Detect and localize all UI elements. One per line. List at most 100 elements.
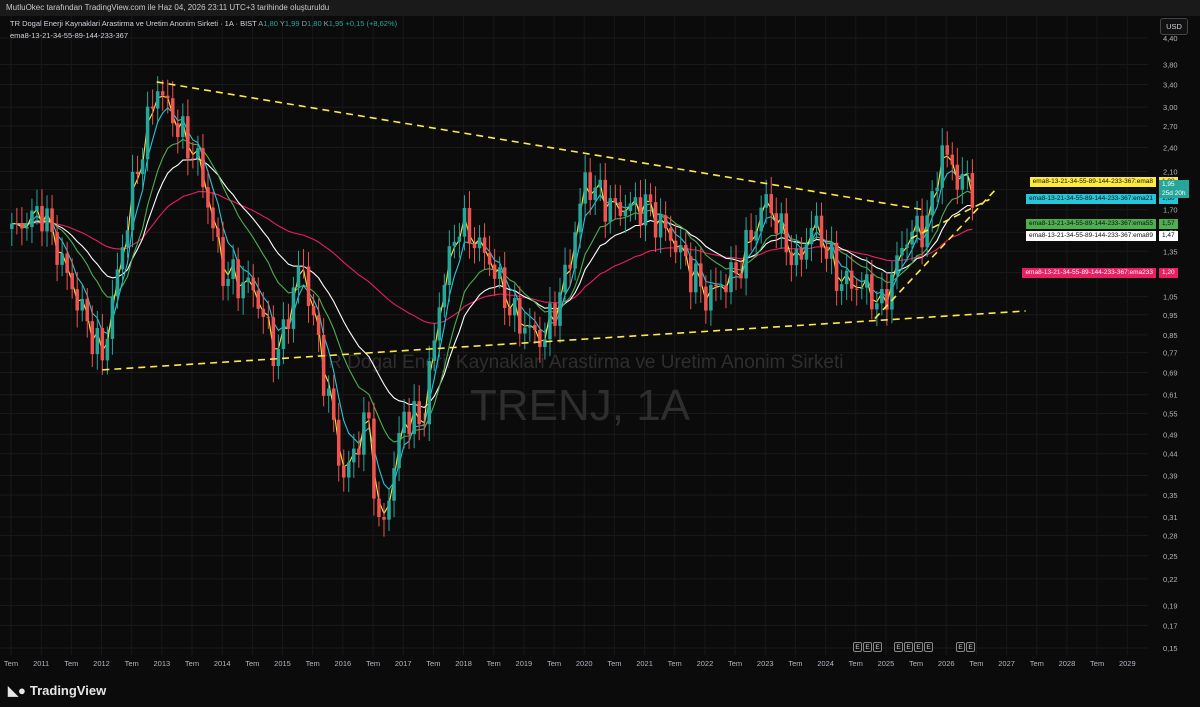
candle-body	[829, 242, 834, 259]
price-tick-label: 0,77	[1163, 349, 1178, 358]
earnings-event-icon[interactable]: E	[904, 642, 913, 652]
candle-body	[226, 278, 230, 287]
candle-body	[221, 237, 225, 287]
candle-body	[573, 232, 577, 269]
bottom-bar	[0, 676, 1200, 707]
ema-value-badge: 1,57	[1159, 219, 1178, 230]
credit-text: MutluOkec tarafından TradingView.com ile…	[6, 3, 330, 12]
candle-body	[734, 262, 738, 274]
candle-body	[462, 207, 467, 237]
earnings-event-icon[interactable]: E	[863, 642, 872, 652]
candle-body	[789, 252, 794, 266]
price-tick-label: 0,19	[1163, 601, 1178, 610]
candle-body	[558, 292, 562, 326]
candle-body	[854, 288, 859, 290]
earnings-event-icon[interactable]: E	[873, 642, 882, 652]
candle-body	[543, 339, 547, 348]
time-tick-label: 2013	[154, 659, 171, 668]
earnings-event-icon[interactable]: E	[956, 642, 965, 652]
price-tick-label: 0,22	[1163, 575, 1178, 584]
candle-body	[65, 253, 69, 273]
price-tick-label: 1,70	[1163, 206, 1178, 215]
candle-body	[663, 215, 668, 229]
candle-body	[739, 273, 743, 279]
candle-body	[598, 179, 602, 188]
candle-body	[719, 285, 723, 287]
time-tick-label: Tem	[728, 659, 742, 668]
earnings-event-icon[interactable]: E	[966, 642, 975, 652]
ema-name-badge: ema8-13-21-34-55-89-144-233-367:ema233	[1022, 267, 1156, 278]
candle-body	[553, 303, 557, 326]
candle-body	[839, 284, 844, 291]
time-tick-label: Tem	[64, 659, 78, 668]
candle-body	[799, 248, 804, 260]
symbol-info[interactable]: TR Dogal Enerji Kaynaklari Arastirma ve …	[10, 19, 397, 28]
price-tick-label: 0,49	[1163, 430, 1178, 439]
candle-body	[970, 173, 975, 208]
time-tick-label: Tem	[1090, 659, 1104, 668]
candle-body	[905, 244, 909, 249]
last-price-value: 1,95	[1162, 180, 1175, 188]
earnings-event-icon[interactable]: E	[914, 642, 923, 652]
candle-body	[512, 298, 517, 316]
candle-body	[678, 245, 683, 253]
candle-body	[261, 308, 266, 317]
time-tick-label: Tem	[969, 659, 983, 668]
candle-body	[507, 308, 512, 316]
candle-body	[779, 213, 784, 234]
currency-button[interactable]: USD	[1160, 18, 1188, 35]
candle-body	[35, 206, 39, 211]
time-tick-label: 2011	[33, 659, 49, 668]
earnings-event-icon[interactable]: E	[853, 642, 862, 652]
tradingview-logo[interactable]: ◣● TradingView	[8, 683, 106, 699]
candle-body	[216, 228, 220, 238]
candle-body	[819, 215, 824, 247]
time-tick-label: 2021	[636, 659, 653, 668]
candle-body	[935, 187, 939, 192]
candle-body	[487, 252, 492, 265]
candle-body	[447, 246, 452, 286]
earnings-event-icon[interactable]: E	[894, 642, 903, 652]
candle-body	[100, 328, 105, 361]
ema-name-badge: ema8-13-21-34-55-89-144-233-367:ema21	[1026, 194, 1156, 205]
candle-body	[774, 213, 779, 234]
candle-body	[804, 244, 809, 260]
candle-body	[472, 243, 477, 249]
candle-body	[155, 91, 160, 109]
candle-body	[336, 419, 341, 466]
price-tick-label: 3,00	[1163, 103, 1178, 112]
candle-body	[502, 267, 507, 309]
candle-body	[176, 123, 180, 138]
indicator-legend[interactable]: ema8-13-21-34-55-89-144-233-367	[10, 31, 128, 40]
low-value: 1,80	[307, 19, 322, 28]
watermark-ticker: TRENJ, 1A	[470, 381, 691, 430]
candle-body	[291, 287, 296, 329]
price-tick-label: 2,10	[1163, 168, 1178, 177]
candle-body	[890, 274, 894, 310]
candle-body	[125, 230, 130, 248]
candle-body	[528, 324, 532, 328]
candle-body	[497, 267, 502, 279]
candle-body	[316, 315, 321, 336]
ema-value-badge: 1,47	[1159, 230, 1178, 241]
time-tick-label: 2028	[1059, 659, 1076, 668]
time-tick-label: 2020	[576, 659, 593, 668]
candle-body	[900, 248, 904, 256]
time-tick-label: 2025	[878, 659, 895, 668]
candle-body	[643, 194, 648, 226]
candle-body	[457, 236, 462, 242]
candle-body	[20, 224, 24, 229]
candle-body	[331, 388, 336, 420]
candle-body	[714, 284, 718, 287]
price-chart[interactable]: TRENJ, 1A TR Dogal Enerji Kaynaklari Ara…	[0, 0, 1200, 707]
earnings-event-icon[interactable]: E	[924, 642, 933, 652]
time-tick-label: Tem	[426, 659, 440, 668]
candle-body	[311, 305, 316, 316]
candle-body	[749, 229, 753, 241]
time-tick-label: Tem	[668, 659, 682, 668]
change-value: +0,15 (+8,62%)	[345, 19, 398, 28]
candle-body	[648, 194, 653, 203]
price-tick-label: 0,31	[1163, 513, 1178, 522]
time-tick-label: 2022	[697, 659, 714, 668]
candle-body	[206, 187, 210, 208]
